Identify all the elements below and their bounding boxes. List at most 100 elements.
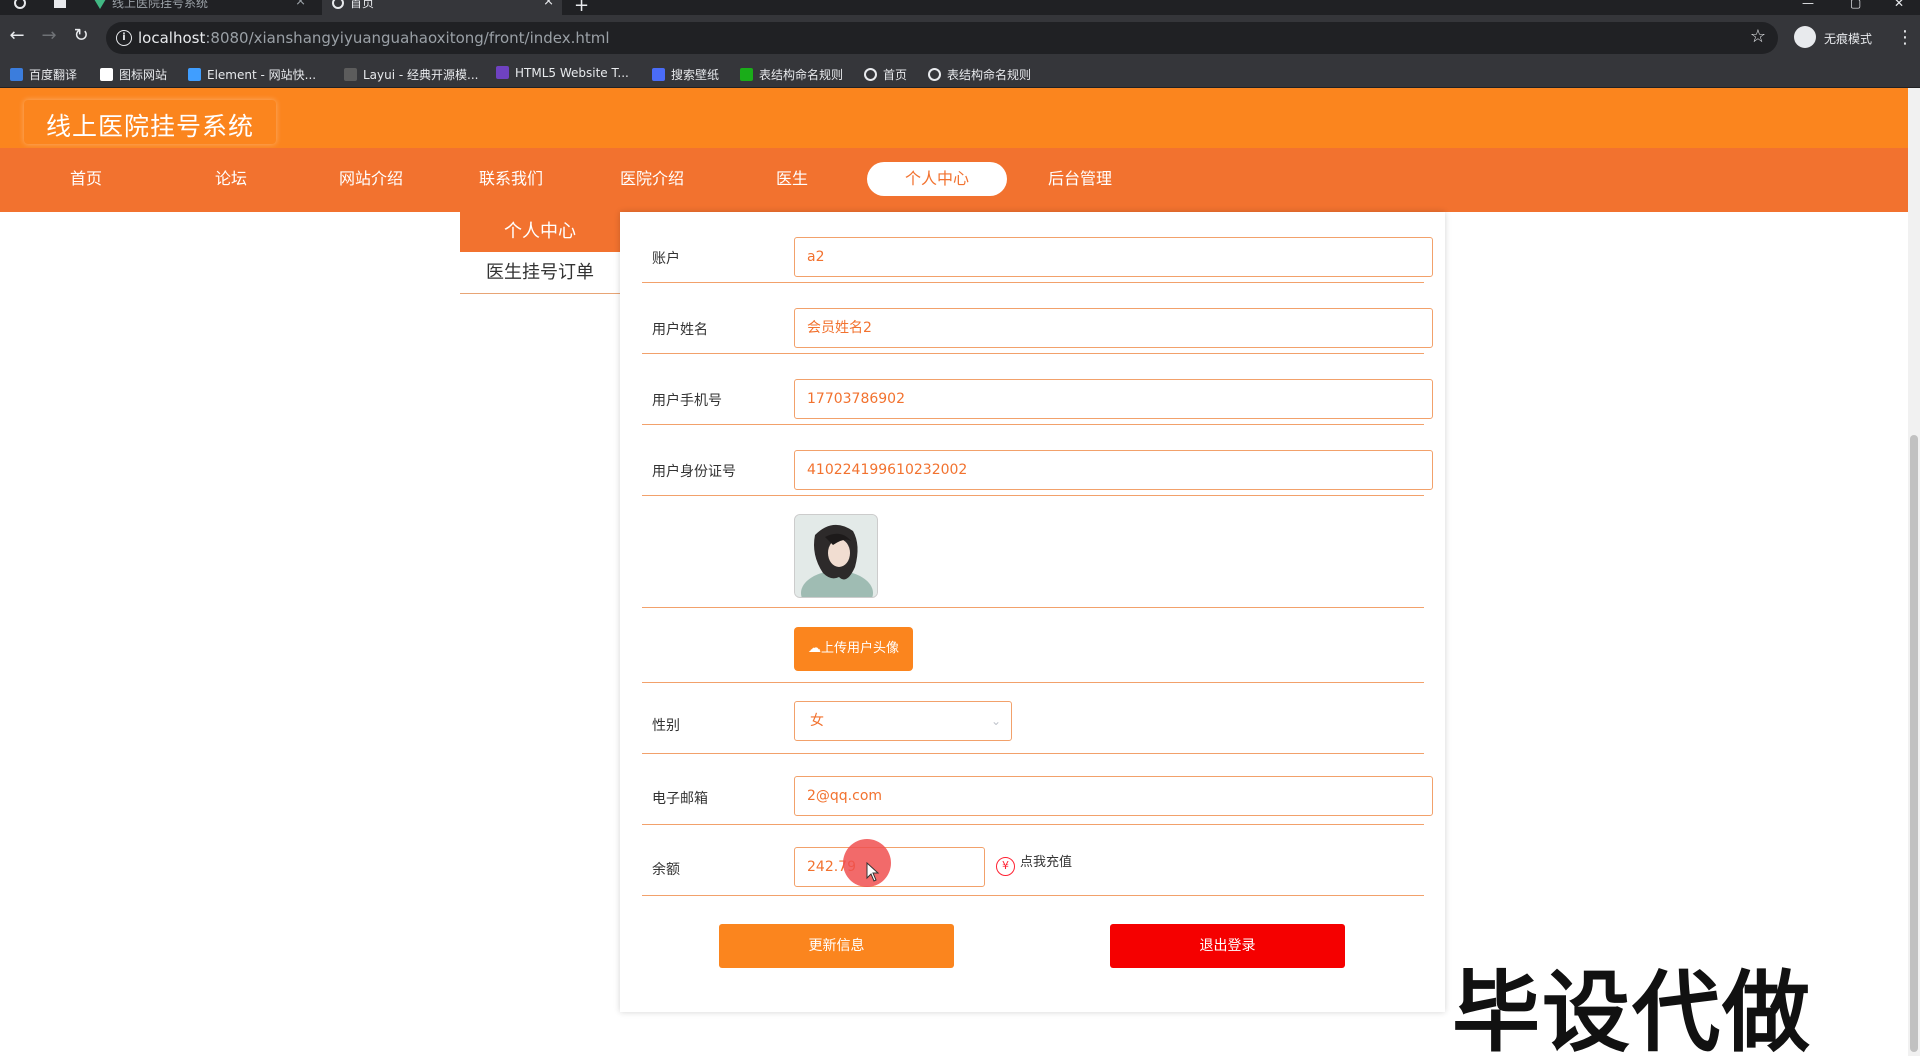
nav-site-intro[interactable]: 网站介绍 [301, 162, 441, 196]
gender-label: 性别 [652, 718, 680, 734]
browser-tab-bar: 线上医院挂号系统 × 首页 × + — ▢ ✕ [0, 0, 1920, 16]
logout-button[interactable]: 退出登录 [1110, 924, 1345, 968]
tab-title: 线上医院挂号系统 [112, 0, 209, 10]
recharge-link[interactable]: ¥ 点我充值 [996, 851, 1072, 876]
form-row-account: 账户 a2 [642, 212, 1433, 283]
incognito-label: 无痕模式 [1824, 32, 1873, 46]
vue-icon [94, 0, 106, 9]
main-nav: 首页 论坛 网站介绍 联系我们 医院介绍 医生 个人中心 后台管理 [0, 148, 1908, 212]
sidebar: 个人中心 医生挂号订单 [460, 212, 620, 294]
name-label: 用户姓名 [652, 322, 708, 338]
form-row-idcard: 用户身份证号 410224199610232002 [642, 425, 1433, 496]
bookmark-item[interactable]: 百度翻译 [10, 66, 77, 84]
back-icon[interactable]: ← [6, 25, 28, 47]
minimize-icon[interactable]: — [1802, 0, 1814, 10]
sheet-icon [740, 68, 753, 81]
phone-label: 用户手机号 [652, 393, 722, 409]
form-row-upload: ☁上传用户头像 [642, 608, 1424, 683]
nav-hospital-intro[interactable]: 医院介绍 [582, 162, 722, 196]
email-input[interactable]: 2@qq.com [794, 776, 1433, 816]
account-input[interactable]: a2 [794, 237, 1433, 277]
nav-personal-center[interactable]: 个人中心 [867, 162, 1007, 196]
tab-close-icon[interactable]: × [295, 0, 306, 8]
scrollbar-thumb[interactable] [1910, 435, 1918, 1052]
bookmark-item[interactable]: 表结构命名规则 [740, 66, 843, 84]
html5-icon [496, 66, 509, 79]
gender-select[interactable]: 女 ⌄ [794, 701, 1012, 741]
globe-icon [928, 68, 941, 81]
form-row-avatar [642, 496, 1424, 608]
tab-pinned[interactable] [0, 0, 44, 15]
form-row-balance: 余额 242.79 ¥ 点我充值 [642, 825, 1424, 896]
form-row-name: 用户姓名 会员姓名2 [642, 283, 1433, 354]
form-row-phone: 用户手机号 17703786902 [642, 354, 1433, 425]
upload-avatar-button[interactable]: ☁上传用户头像 [794, 627, 913, 671]
tab-home[interactable]: 首页 × [322, 0, 562, 15]
address-bar[interactable]: i localhost:8080/xianshangyiyuanguahaoxi… [106, 22, 1778, 54]
bookmark-item[interactable]: Element - 网站快... [188, 66, 316, 84]
nav-forum[interactable]: 论坛 [161, 162, 301, 196]
nav-home[interactable]: 首页 [16, 162, 156, 196]
incognito-icon [1794, 26, 1816, 48]
bookmark-item[interactable]: 图标网站 [100, 66, 167, 84]
tab-title: 首页 [350, 0, 375, 10]
phone-input[interactable]: 17703786902 [794, 379, 1433, 419]
site-header: 线上医院挂号系统 [0, 88, 1908, 148]
flag-icon [100, 68, 113, 81]
bookmark-item[interactable]: 搜索壁纸 [652, 66, 719, 84]
bookmark-item[interactable]: 首页 [864, 66, 907, 84]
bookmarks-bar: 百度翻译 图标网站 Element - 网站快... Layui - 经典开源模… [0, 61, 1920, 88]
element-icon [188, 68, 201, 81]
site-title: 线上医院挂号系统 [46, 112, 255, 141]
menu-kebab-icon[interactable]: ⋮ [1896, 27, 1914, 48]
layui-icon [344, 68, 357, 81]
close-window-icon[interactable]: ✕ [1894, 0, 1904, 10]
tab-blank[interactable] [44, 0, 82, 15]
idcard-label: 用户身份证号 [652, 464, 736, 480]
page-viewport: 线上医院挂号系统 首页 论坛 网站介绍 联系我们 医院介绍 医生 个人中心 后台… [0, 88, 1908, 1056]
globe-icon [332, 0, 344, 9]
avatar-image [795, 515, 877, 597]
globe-icon [14, 0, 26, 9]
avatar [794, 514, 878, 598]
cloud-upload-icon: ☁ [807, 641, 821, 656]
nav-admin[interactable]: 后台管理 [1010, 162, 1150, 196]
new-tab-button[interactable]: + [574, 0, 589, 16]
bookmark-item[interactable]: Layui - 经典开源模... [344, 66, 478, 84]
update-info-button[interactable]: 更新信息 [719, 924, 954, 968]
bookmark-item[interactable]: HTML5 Website T... [496, 66, 629, 84]
bookmark-item[interactable]: 表结构命名规则 [928, 66, 1031, 84]
reload-icon[interactable]: ↻ [70, 25, 92, 47]
bookmark-star-icon[interactable]: ☆ [1750, 26, 1766, 47]
watermark-text: 毕设代做 [1452, 961, 1813, 1056]
page-icon [54, 0, 66, 8]
wallpaper-icon [652, 68, 665, 81]
site-logo[interactable]: 线上医院挂号系统 [24, 100, 276, 144]
site-info-icon[interactable]: i [116, 30, 132, 46]
translate-icon [10, 68, 23, 81]
form-row-gender: 性别 女 ⌄ [642, 683, 1424, 754]
nav-doctor[interactable]: 医生 [722, 162, 862, 196]
maximize-icon[interactable]: ▢ [1850, 0, 1861, 10]
forward-icon[interactable]: → [38, 25, 60, 47]
account-label: 账户 [652, 251, 680, 267]
globe-icon [864, 68, 877, 81]
gender-value: 女 [810, 713, 824, 729]
form-row-email: 电子邮箱 2@qq.com [642, 754, 1433, 825]
sidebar-item-personal-center[interactable]: 个人中心 [460, 212, 620, 252]
nav-contact[interactable]: 联系我们 [441, 162, 581, 196]
page-scrollbar[interactable] [1908, 88, 1920, 1056]
mouse-cursor-icon [866, 862, 880, 882]
tab-close-icon[interactable]: × [543, 0, 554, 8]
chevron-down-icon: ⌄ [990, 714, 1001, 728]
name-input[interactable]: 会员姓名2 [794, 308, 1433, 348]
yen-icon: ¥ [996, 857, 1015, 876]
email-label: 电子邮箱 [652, 791, 708, 807]
profile-form: 账户 a2 用户姓名 会员姓名2 用户手机号 17703786902 用户身份证… [620, 212, 1445, 1012]
idcard-input[interactable]: 410224199610232002 [794, 450, 1433, 490]
url-text[interactable]: localhost:8080/xianshangyiyuanguahaoxito… [138, 29, 610, 47]
browser-toolbar: ← → ↻ i localhost:8080/xianshangyiyuangu… [0, 15, 1920, 61]
tab-hospital-system[interactable]: 线上医院挂号系统 × [84, 0, 314, 15]
sidebar-item-orders[interactable]: 医生挂号订单 [460, 252, 620, 294]
balance-label: 余额 [652, 862, 680, 878]
